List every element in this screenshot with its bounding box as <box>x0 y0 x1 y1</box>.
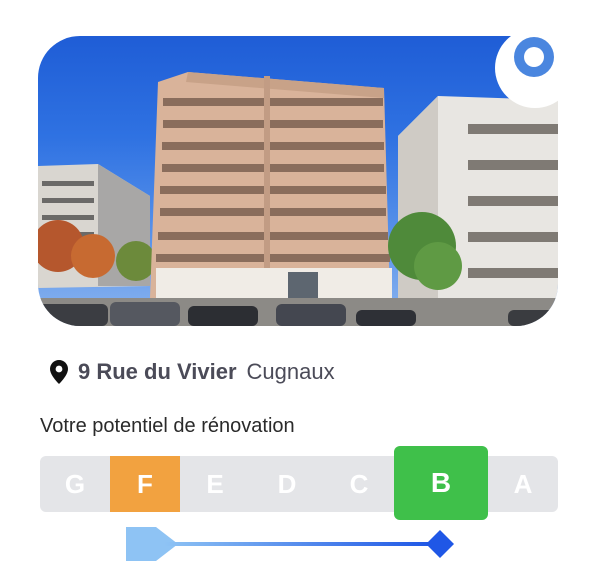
address-street: 9 Rue du Vivier <box>78 359 237 384</box>
energy-class-f-current: F <box>110 456 180 512</box>
energy-class-scale: G F E D C B A <box>40 446 558 520</box>
energy-class-e: E <box>206 468 224 499</box>
property-address: 9 Rue du Vivier Cugnaux <box>50 357 335 387</box>
energy-class-a: A <box>513 468 533 499</box>
energy-class-g: G <box>64 468 86 499</box>
map-pin-badge <box>495 28 575 108</box>
location-pin-icon <box>50 360 68 384</box>
map-pin-badge-icon <box>514 37 554 77</box>
renovation-potential-heading: Votre potentiel de rénovation <box>40 415 295 437</box>
building-illustration <box>38 72 558 326</box>
energy-class-d: D <box>277 468 297 499</box>
arrow-line <box>164 542 432 546</box>
renovation-arrow <box>124 524 460 564</box>
energy-class-b-potential: B <box>394 446 488 520</box>
energy-class-c: C <box>349 468 369 499</box>
property-photo <box>38 36 558 326</box>
arrow-end-marker <box>426 530 454 558</box>
address-city: Cugnaux <box>246 359 335 384</box>
